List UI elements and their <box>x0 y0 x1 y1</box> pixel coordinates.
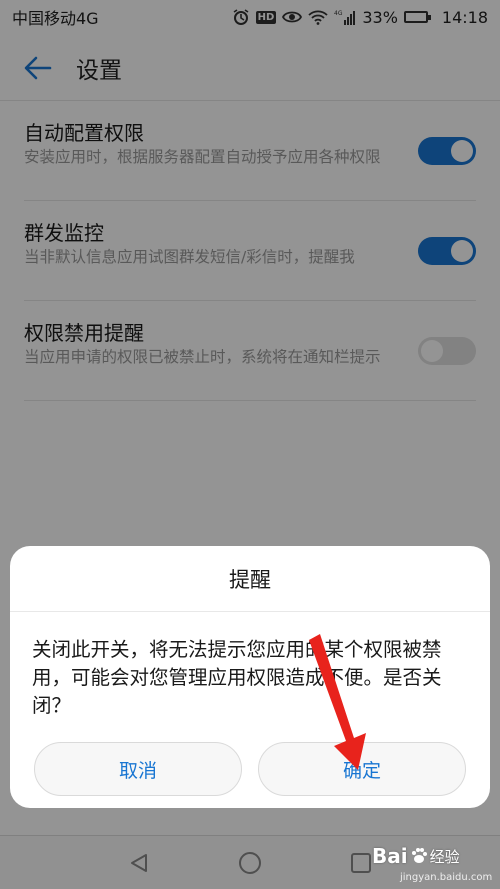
dialog-message: 关闭此开关，将无法提示您应用的某个权限被禁用，可能会对您管理应用权限造成不便。是… <box>32 638 442 717</box>
confirm-button[interactable]: 确定 <box>258 742 466 796</box>
watermark-suffix: 经验 <box>429 847 460 866</box>
confirm-dialog: 提醒 关闭此开关，将无法提示您应用的某个权限被禁用，可能会对您管理应用权限造成不… <box>10 546 490 808</box>
paw-icon <box>411 848 427 863</box>
baidu-watermark: Bai 经验 <box>372 844 460 868</box>
watermark-url: jingyan.baidu.com <box>400 872 493 883</box>
dialog-title: 提醒 <box>10 546 490 612</box>
cancel-button[interactable]: 取消 <box>34 742 242 796</box>
watermark-logo: Bai <box>372 844 408 868</box>
